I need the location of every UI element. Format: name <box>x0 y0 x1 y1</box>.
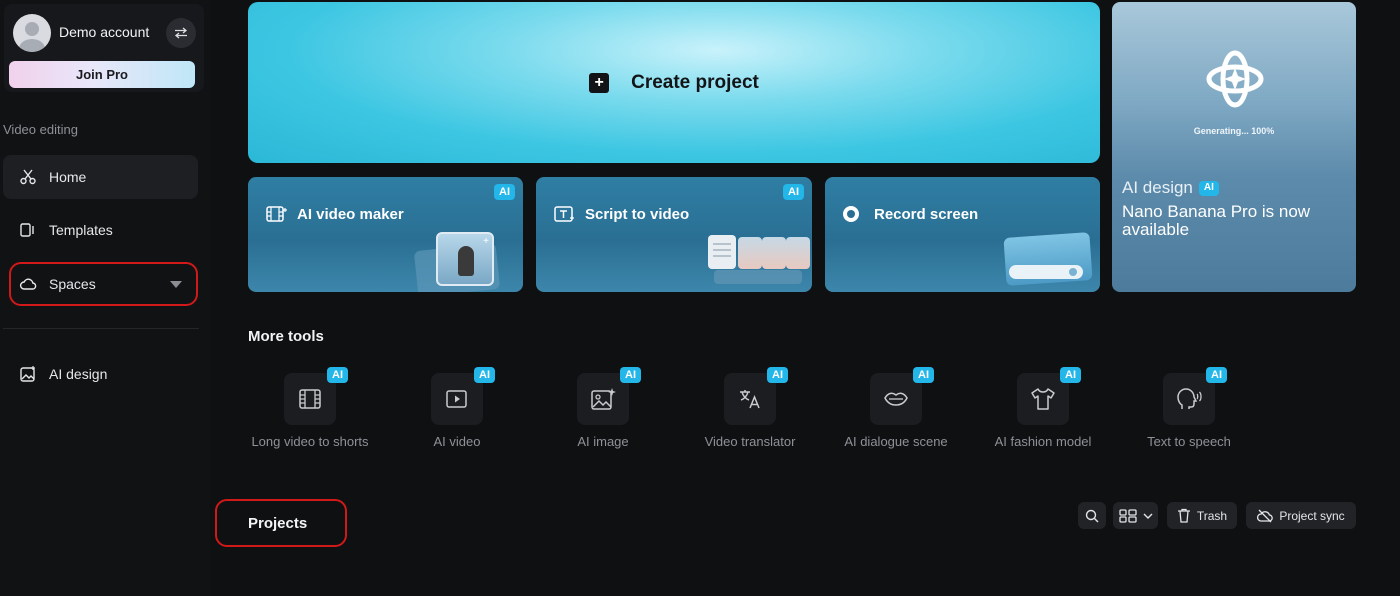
tool-label: Text to speech <box>1147 434 1231 449</box>
ai-badge: AI <box>913 367 934 383</box>
tool-label: AI fashion model <box>994 434 1092 449</box>
trash-button[interactable]: Trash <box>1167 502 1237 529</box>
sidebar: Demo account Join Pro Video editing Home… <box>0 0 210 596</box>
sidebar-item-home[interactable]: Home <box>3 155 198 199</box>
sidebar-item-ai-design[interactable]: AI design <box>3 352 198 396</box>
project-sync-button[interactable]: Project sync <box>1246 502 1356 529</box>
templates-icon <box>19 221 37 239</box>
sidebar-item-label: Spaces <box>49 276 96 292</box>
ai-badge: AI <box>620 367 641 383</box>
ai-design-promo[interactable]: Generating... 100% AI design AI Nano Ban… <box>1112 2 1356 292</box>
tool-text-to-speech[interactable]: AI Text to speech <box>1116 367 1262 450</box>
create-project-card[interactable]: + Create project <box>248 2 1100 163</box>
translate-icon <box>740 390 760 409</box>
tool-label: Video translator <box>704 434 796 449</box>
recorder-bar <box>1009 265 1083 279</box>
join-pro-button[interactable]: Join Pro <box>9 61 195 88</box>
ai-badge: AI <box>1198 180 1219 196</box>
card-label: Script to video <box>585 205 690 223</box>
text-to-video-icon <box>554 205 576 223</box>
shirt-icon <box>1031 388 1055 410</box>
divider <box>3 328 199 329</box>
trash-icon <box>1177 508 1190 523</box>
ai-badge: AI <box>1060 367 1081 383</box>
promo-title-text: AI design <box>1122 178 1193 197</box>
create-project-label: Create project <box>631 71 759 93</box>
sidebar-item-label: Templates <box>49 222 113 238</box>
tool-label: AI image <box>577 434 629 449</box>
image-sparkle-icon <box>591 388 616 410</box>
film-icon <box>266 205 288 223</box>
video-play-icon <box>446 390 467 408</box>
tool-label: Long video to shorts <box>251 434 369 449</box>
account-name[interactable]: Demo account <box>59 24 149 40</box>
tool-ai-image[interactable]: AI AI image <box>530 367 676 450</box>
plus-icon: + <box>589 72 610 93</box>
timeline-bar <box>714 270 802 284</box>
switch-account-button[interactable] <box>166 18 196 48</box>
record-icon <box>843 205 865 223</box>
tool-ai-fashion-model[interactable]: AI AI fashion model <box>970 367 1116 450</box>
sidebar-item-templates[interactable]: Templates <box>3 208 198 252</box>
tool-ai-dialogue-scene[interactable]: AI AI dialogue scene <box>823 367 969 450</box>
search-button[interactable] <box>1078 502 1106 529</box>
trash-label: Trash <box>1196 508 1228 523</box>
tool-label: AI dialogue scene <box>844 434 948 449</box>
sidebar-item-label: AI design <box>49 366 108 382</box>
script-to-video-card[interactable]: AI Script to video <box>536 177 812 292</box>
scissors-icon <box>19 168 37 186</box>
generating-status: Generating... 100% <box>1193 126 1275 136</box>
speaking-head-icon <box>1177 388 1202 409</box>
ai-image-icon <box>19 365 37 383</box>
view-mode-button[interactable] <box>1113 502 1158 529</box>
film-strip-icon <box>299 389 321 409</box>
projects-title: Projects <box>215 499 347 547</box>
caret-down-icon[interactable] <box>170 281 182 288</box>
section-label-video-editing: Video editing <box>3 122 78 137</box>
record-screen-card[interactable]: Record screen <box>825 177 1100 292</box>
search-icon <box>1085 509 1099 522</box>
tool-long-video-to-shorts[interactable]: AI Long video to shorts <box>237 367 383 450</box>
face-thumbnail <box>762 237 786 269</box>
project-sync-label: Project sync <box>1279 508 1345 523</box>
account-card: Demo account Join Pro <box>4 4 204 92</box>
face-thumbnail <box>738 237 762 269</box>
sidebar-item-spaces[interactable]: Spaces <box>9 262 198 306</box>
dialogue-lips-icon <box>884 392 908 406</box>
tool-ai-video[interactable]: AI AI video <box>384 367 530 450</box>
thumbnail-person: + <box>436 232 494 286</box>
card-label: AI video maker <box>297 205 404 223</box>
card-label: Record screen <box>874 205 979 223</box>
ai-badge: AI <box>783 184 804 200</box>
face-thumbnail <box>786 237 810 269</box>
more-tools-title: More tools <box>248 328 324 345</box>
ai-badge: AI <box>767 367 788 383</box>
script-doc-thumbnail <box>708 235 736 269</box>
grid-view-icon <box>1118 508 1137 523</box>
chevron-down-icon <box>1143 513 1152 519</box>
tool-video-translator[interactable]: AI Video translator <box>677 367 823 450</box>
ai-video-maker-card[interactable]: AI AI video maker + <box>248 177 523 292</box>
ai-badge: AI <box>1206 367 1227 383</box>
cloud-icon <box>19 275 37 293</box>
cloud-sync-off-icon <box>1257 509 1274 522</box>
tool-label: AI video <box>433 434 481 449</box>
switch-arrows-icon <box>174 27 188 39</box>
ai-badge: AI <box>327 367 348 383</box>
ai-design-logo-icon <box>1206 50 1264 108</box>
promo-text: Nano Banana Pro is now available <box>1122 202 1311 239</box>
sidebar-item-label: Home <box>49 169 87 185</box>
ai-badge: AI <box>474 367 495 383</box>
ai-badge: AI <box>494 184 515 200</box>
avatar[interactable] <box>13 14 51 52</box>
promo-title: AI design AI <box>1122 178 1219 198</box>
